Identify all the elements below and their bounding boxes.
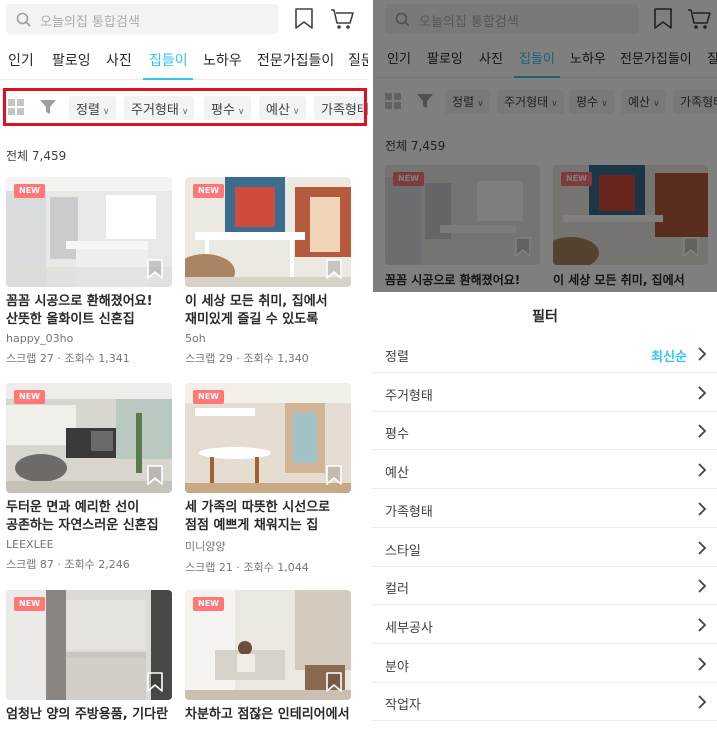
housewarming-card[interactable]: NEW 이 세상 모든 취미, 집에서 재미있게 즐길 수 있도록 5oh 스크… [185, 177, 351, 366]
filter-row-label: 가족형태 [385, 504, 433, 520]
search-icon [16, 12, 31, 27]
housewarming-card[interactable]: NEW 두터운 면과 예리한 선이 공존하는 자연스러운 신혼집 LEEXLEE… [6, 383, 172, 572]
tab-questions[interactable]: 질문 [348, 50, 368, 70]
card-title: 차분하고 점잖은 인테리어에서 [185, 707, 350, 722]
card-title: 이 세상 모든 취미, 집에서 재미있게 즐길 수 있도록 [185, 294, 328, 327]
filter-row-sort[interactable]: 정렬 최신순 [373, 335, 717, 373]
new-badge: NEW [193, 390, 224, 404]
filter-row-housing-type[interactable]: 주거형태 [373, 374, 717, 412]
card-title: 두터운 면과 예리한 선이 공존하는 자연스러운 신혼집 [6, 500, 159, 533]
bookmark-icon[interactable] [325, 259, 343, 279]
chevron-right-icon [698, 463, 707, 477]
sheet-title: 필터 [532, 309, 558, 325]
card-stats: 스크랩 87 · 조회수 2,246 [6, 558, 130, 571]
chevron-right-icon [698, 347, 707, 361]
housewarming-card[interactable]: NEW 엄청난 양의 주방용품, 기다란 [6, 590, 172, 724]
bookmark-icon[interactable] [146, 465, 164, 485]
filter-row-worker[interactable]: 작업자 [373, 683, 717, 722]
filter-row-label: 예산 [385, 466, 409, 482]
tab-housewarming[interactable]: 집들이 [149, 50, 188, 70]
filter-row-label: 평수 [385, 427, 409, 443]
new-badge: NEW [193, 597, 224, 611]
card-author: happy_03ho [6, 332, 74, 345]
card-thumbnail: NEW [6, 383, 172, 493]
top-bar: 오늘의집 통합검색 [0, 0, 368, 40]
tab-popular[interactable]: 인기 [8, 50, 34, 70]
chevron-right-icon [698, 618, 707, 632]
bookmark-icon[interactable] [294, 8, 314, 30]
category-tabs: 인기 팔로잉 사진 집들이 노하우 전문가집들이 질문 [0, 40, 368, 80]
housewarming-card[interactable]: NEW 꼼꼼 시공으로 환해졌어요! 산뜻한 올화이트 신혼집 happy_03… [6, 177, 172, 366]
card-thumbnail: NEW [6, 590, 172, 700]
new-badge: NEW [193, 184, 224, 198]
bookmark-icon[interactable] [146, 259, 164, 279]
card-stats: 스크랩 27 · 조회수 1,341 [6, 352, 130, 365]
card-thumbnail: NEW [6, 177, 172, 287]
bookmark-icon[interactable] [325, 672, 343, 692]
filter-row-budget[interactable]: 예산 [373, 451, 717, 490]
tab-following[interactable]: 팔로잉 [52, 50, 91, 70]
tab-expert-houses[interactable]: 전문가집들이 [257, 50, 334, 70]
modal-backdrop[interactable] [373, 0, 717, 292]
filter-row-style[interactable]: 스타일 [373, 529, 717, 567]
chevron-right-icon [698, 695, 707, 709]
card-stats: 스크랩 21 · 조회수 1,044 [185, 561, 309, 574]
filter-row-label: 스타일 [385, 543, 421, 559]
filter-bottom-sheet: 필터 정렬 최신순주거형태평수예산가족형태스타일컬러세부공사분야작업자 [373, 292, 717, 729]
card-thumbnail: NEW [185, 177, 351, 287]
screenshot: 오늘의집 통합검색 인기 팔로잉 사진 집들이 노하우 전문가집들이 질문 정렬… [0, 0, 717, 729]
filter-row-label: 세부공사 [385, 620, 433, 636]
total-count: 전체 7,459 [6, 149, 67, 163]
bookmark-icon[interactable] [146, 672, 164, 692]
card-stats: 스크랩 29 · 조회수 1,340 [185, 352, 309, 365]
chevron-right-icon [698, 540, 707, 555]
cart-icon[interactable] [330, 8, 354, 30]
new-badge: NEW [14, 184, 45, 198]
active-tab-indicator [143, 78, 193, 80]
housewarming-card[interactable]: NEW 세 가족의 따뜻한 시선으로 점점 예쁘게 채워지는 집 미니양양 스크… [185, 383, 351, 575]
filter-row-label: 컬러 [385, 582, 409, 598]
search-input[interactable]: 오늘의집 통합검색 [6, 4, 278, 34]
chevron-right-icon [698, 656, 707, 671]
card-thumbnail: NEW [185, 590, 351, 700]
new-badge: NEW [14, 390, 45, 404]
filter-row-detail-work[interactable]: 세부공사 [373, 606, 717, 644]
filter-row-label: 주거형태 [385, 388, 433, 404]
tab-knowhow[interactable]: 노하우 [203, 50, 242, 70]
chevron-right-icon [698, 579, 707, 593]
highlight-box [3, 88, 367, 126]
filter-row-size[interactable]: 평수 [373, 412, 717, 451]
chevron-right-icon [698, 386, 707, 400]
card-author: 미니양양 [185, 540, 226, 553]
card-author: 5oh [185, 332, 206, 345]
card-title: 꼼꼼 시공으로 환해졌어요! 산뜻한 올화이트 신혼집 [6, 294, 153, 327]
card-title: 엄청난 양의 주방용품, 기다란 [6, 707, 169, 722]
search-placeholder: 오늘의집 통합검색 [40, 15, 140, 30]
filter-row-color[interactable]: 컬러 [373, 567, 717, 606]
filter-row-field[interactable]: 분야 [373, 645, 717, 683]
filter-row-label: 분야 [385, 659, 409, 675]
filter-row-family-type[interactable]: 가족형태 [373, 490, 717, 528]
feed-screen: 오늘의집 통합검색 인기 팔로잉 사진 집들이 노하우 전문가집들이 질문 정렬… [0, 0, 368, 729]
filter-row-label: 작업자 [385, 698, 421, 714]
card-title: 세 가족의 따뜻한 시선으로 점점 예쁘게 채워지는 집 [185, 500, 331, 533]
new-badge: NEW [14, 597, 45, 611]
chevron-right-icon [698, 424, 707, 439]
card-thumbnail: NEW [185, 383, 351, 493]
filter-row-value: 최신순 [651, 350, 687, 365]
filter-row-label: 정렬 [385, 350, 409, 365]
tab-photos[interactable]: 사진 [106, 50, 132, 70]
chevron-right-icon [698, 502, 707, 516]
housewarming-card[interactable]: NEW 차분하고 점잖은 인테리어에서 [185, 590, 351, 724]
filter-sheet-screen: 오늘의집 통합검색 인기 팔로잉 사진 집들이 노하우 전문가집들이 질문 정렬… [373, 0, 717, 729]
bookmark-icon[interactable] [325, 465, 343, 485]
card-author: LEEXLEE [6, 538, 54, 551]
